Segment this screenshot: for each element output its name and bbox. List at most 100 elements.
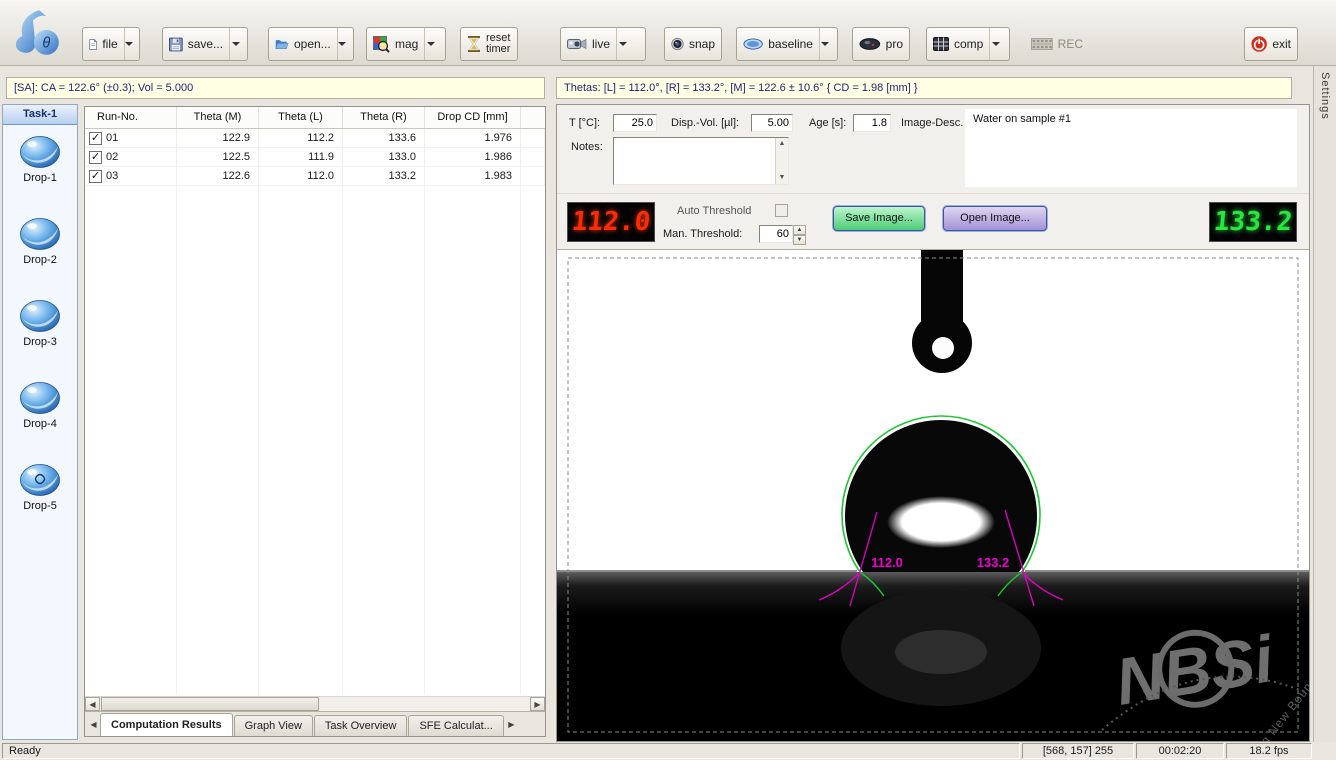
drop-label: Drop-4 xyxy=(23,418,57,430)
drop-highlight xyxy=(887,496,995,548)
right-angle-label: 133.2 xyxy=(977,555,1010,570)
reset-timer-button[interactable]: reset timer xyxy=(460,27,518,61)
col-theta-m: Theta (M) xyxy=(177,107,259,128)
row-checkbox[interactable]: ✓ xyxy=(89,170,102,183)
tab-sfe-calculator[interactable]: SFE Calculat... xyxy=(408,715,503,736)
table-row[interactable]: ✓02 122.5 111.9 133.0 1.986 xyxy=(85,148,545,167)
exit-button[interactable]: exit xyxy=(1244,27,1298,61)
magnifier-icon xyxy=(373,36,390,53)
camera-image-view[interactable]: 112.0 133.2 NBSi Defining New Boundaries xyxy=(557,249,1309,741)
file-label: file xyxy=(102,37,117,51)
sidebar-item-drop-2[interactable]: Drop-2 xyxy=(3,217,77,299)
row-checkbox[interactable]: ✓ xyxy=(89,151,102,164)
table-row[interactable]: ✓01 122.9 112.2 133.6 1.976 xyxy=(85,129,545,148)
drop-cd-value: 1.986 xyxy=(425,148,521,166)
baseline-button[interactable]: baseline xyxy=(736,27,838,61)
scroll-left-icon[interactable]: ◀ xyxy=(85,697,100,711)
col-drop-cd: Drop CD [mm] xyxy=(425,107,521,128)
table-empty-area xyxy=(85,186,545,695)
stepper-down-icon[interactable]: ▼ xyxy=(793,235,806,245)
drop-label: Drop-1 xyxy=(23,172,57,184)
horizontal-scrollbar[interactable]: ◀ ▶ xyxy=(85,696,545,711)
measurement-panel: T [°C]: Disp.-Vol. [µl]: Age [s]: Image-… xyxy=(556,104,1310,742)
file-button[interactable]: file xyxy=(82,27,140,61)
auto-threshold-label: Auto Threshold xyxy=(677,205,751,217)
status-pixel-readout: [568, 157] 255 xyxy=(1022,743,1134,759)
col-theta-r: Theta (R) xyxy=(343,107,425,128)
snap-button[interactable]: snap xyxy=(664,27,722,61)
open-folder-icon xyxy=(275,37,289,51)
chevron-down-icon[interactable] xyxy=(229,28,241,60)
tab-computation-results[interactable]: Computation Results xyxy=(100,713,233,736)
rec-button[interactable]: REC xyxy=(1024,27,1090,61)
image-desc-label: Image-Desc. xyxy=(901,117,963,129)
age-field[interactable] xyxy=(853,114,891,132)
stepper-up-icon[interactable]: ▲ xyxy=(793,225,806,235)
filmstrip-icon xyxy=(1031,37,1053,51)
scroll-right-icon[interactable]: ▶ xyxy=(530,697,545,711)
scroll-down-icon[interactable]: ▼ xyxy=(776,172,788,184)
notes-label: Notes: xyxy=(571,141,603,153)
comp-button[interactable]: comp xyxy=(926,27,1010,61)
dispensing-needle xyxy=(912,250,972,373)
open-image-button[interactable]: Open Image... xyxy=(943,206,1047,231)
table-row[interactable]: ✓03 122.6 112.0 133.2 1.983 xyxy=(85,167,545,186)
left-angle-led-display: 112.0 xyxy=(567,202,655,242)
notes-field[interactable]: ▲ ▼ xyxy=(613,137,789,185)
chevron-down-icon[interactable] xyxy=(616,28,629,60)
scrollbar-track[interactable] xyxy=(319,697,530,711)
save-image-button[interactable]: Save Image... xyxy=(833,206,925,231)
theta-r-value: 133.2 xyxy=(343,167,425,185)
settings-dock-tab[interactable]: Settings xyxy=(1313,66,1336,742)
col-theta-l: Theta (L) xyxy=(259,107,343,128)
pro-button[interactable]: pro xyxy=(852,27,910,61)
sidebar-item-drop-3[interactable]: Drop-3 xyxy=(3,299,77,381)
man-threshold-stepper[interactable]: ▲ ▼ xyxy=(759,225,806,243)
dispensed-volume-label: Disp.-Vol. [µl]: xyxy=(671,117,739,129)
theta-m-value: 122.9 xyxy=(177,129,259,147)
tab-task-overview[interactable]: Task Overview xyxy=(314,715,408,736)
comp-label: comp xyxy=(954,37,983,51)
pro-label: pro xyxy=(886,37,903,51)
tab-task-1[interactable]: Task-1 xyxy=(3,105,77,125)
app-logo-icon: θ xyxy=(8,5,64,61)
file-icon xyxy=(89,37,97,52)
notes-scrollbar[interactable]: ▲ ▼ xyxy=(775,138,788,184)
left-angle-label: 112.0 xyxy=(871,555,903,570)
mag-button[interactable]: mag xyxy=(366,27,446,61)
sidebar-item-drop-4[interactable]: Drop-4 xyxy=(3,381,77,463)
open-button[interactable]: open... xyxy=(268,27,354,61)
task-sidebar: Task-1 Drop-1 Drop-2 Drop-3 Drop-4 D xyxy=(2,104,78,740)
image-desc-field[interactable]: Water on sample #1 xyxy=(965,109,1297,187)
auto-threshold-checkbox[interactable] xyxy=(775,204,788,217)
scroll-up-icon[interactable]: ▲ xyxy=(776,138,788,150)
row-checkbox[interactable]: ✓ xyxy=(89,132,102,145)
chevron-down-icon[interactable] xyxy=(819,28,831,60)
man-threshold-field[interactable] xyxy=(759,225,793,243)
dispensed-volume-field[interactable] xyxy=(751,114,793,132)
scrollbar-thumb[interactable] xyxy=(101,697,319,711)
chevron-down-icon[interactable] xyxy=(337,28,347,60)
save-button[interactable]: save... xyxy=(162,27,248,61)
drop-icon xyxy=(19,381,61,415)
camera-icon xyxy=(567,37,587,51)
open-label: open... xyxy=(294,37,331,51)
drop-cd-value: 1.976 xyxy=(425,129,521,147)
tab-scroll-right-icon[interactable]: ▶ xyxy=(505,715,518,736)
svg-text:θ: θ xyxy=(42,36,50,52)
chevron-down-icon[interactable] xyxy=(989,28,1002,60)
live-button[interactable]: live xyxy=(560,27,646,61)
tab-scroll-left-icon[interactable]: ◀ xyxy=(87,715,100,736)
sidebar-item-drop-1[interactable]: Drop-1 xyxy=(3,135,77,217)
lens-icon xyxy=(671,35,684,53)
status-ready: Ready xyxy=(2,743,1020,759)
chevron-down-icon[interactable] xyxy=(424,28,437,60)
col-spacer xyxy=(521,107,545,128)
drop-icon xyxy=(19,299,61,333)
status-bar: Ready [568, 157] 255 00:02:20 18.2 fps xyxy=(0,742,1336,760)
temperature-field[interactable] xyxy=(613,114,657,132)
chevron-down-icon[interactable] xyxy=(124,28,133,60)
sidebar-item-drop-5[interactable]: Drop-5 xyxy=(3,463,77,545)
tab-graph-view[interactable]: Graph View xyxy=(234,715,313,736)
drop-cd-value: 1.983 xyxy=(425,167,521,185)
